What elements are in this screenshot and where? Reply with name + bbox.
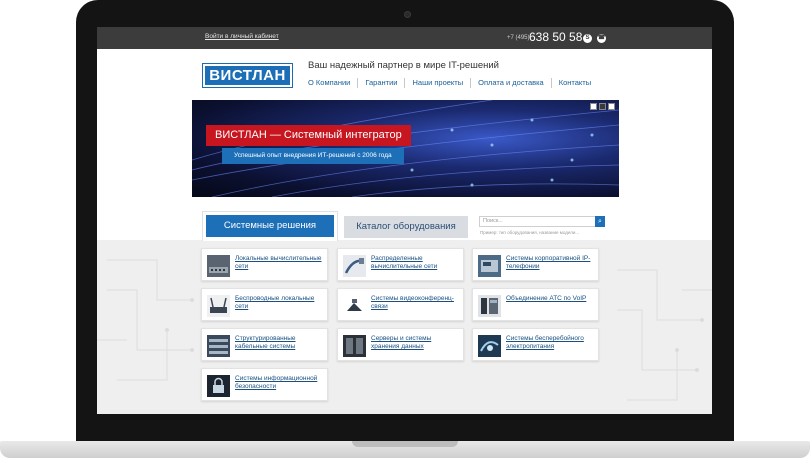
server-icon — [343, 335, 366, 357]
solution-card[interactable]: Системы бесперебойного электропитания — [472, 328, 599, 361]
solution-card[interactable]: Структурированные кабельные системы — [201, 328, 328, 361]
power-icon — [478, 335, 501, 357]
nav-contacts[interactable]: Контакты — [550, 78, 598, 88]
cable-icon — [343, 255, 366, 277]
search-icon: ⌕ — [598, 218, 602, 225]
voip-icon — [478, 295, 501, 317]
tab-system-solutions[interactable]: Системные решения — [202, 211, 338, 241]
phone-number: 638 50 58 — [529, 30, 583, 44]
solution-card[interactable]: Распределенные вычислительные сети — [337, 248, 464, 281]
solution-label[interactable]: Структурированные кабельные системы — [235, 335, 325, 351]
solution-label[interactable]: Беспроводные локальные сети — [235, 295, 325, 311]
wireless-icon — [207, 295, 230, 317]
nav-payment-delivery[interactable]: Оплата и доставка — [470, 78, 551, 88]
slide-dot-3[interactable] — [608, 103, 615, 110]
solution-card[interactable]: Системы видеоконференц-связи — [337, 288, 464, 321]
banner-subtitle: Успешный опыт внедрения ИТ-решений с 200… — [222, 148, 404, 164]
solution-label[interactable]: Системы корпоративной IP-телефонии — [506, 255, 596, 271]
tab-equipment-catalog[interactable]: Каталог оборудования — [344, 216, 468, 238]
site-logo[interactable]: ВИСТЛАН — [202, 63, 293, 88]
nav-guarantees[interactable]: Гарантии — [357, 78, 404, 88]
solution-label[interactable]: Системы информационной безопасности — [235, 375, 325, 391]
site-tagline: Ваш надежный партнер в мире IT-решений — [308, 60, 499, 71]
solution-card[interactable]: Беспроводные локальные сети — [201, 288, 328, 321]
solution-label[interactable]: Серверы и системы хранения данных — [371, 335, 461, 351]
telephony-icon — [478, 255, 501, 277]
solution-card[interactable]: Объединение АТС по VoIP — [472, 288, 599, 321]
login-link[interactable]: Войти в личный кабинет — [205, 33, 279, 40]
solution-label[interactable]: Системы видеоконференц-связи — [371, 295, 461, 311]
search-button[interactable]: ⌕ — [595, 216, 605, 227]
banner-title: ВИСТЛАН — Системный интегратор — [206, 125, 411, 146]
patch-panel-icon — [207, 335, 230, 357]
solution-card[interactable]: Серверы и системы хранения данных — [337, 328, 464, 361]
video-conference-icon — [343, 295, 366, 317]
network-icon — [207, 255, 230, 277]
main-nav: О Компании Гарантии Наши проекты Оплата … — [308, 77, 598, 89]
search-hint: Пример: тип оборудования, название модел… — [480, 230, 580, 235]
hero-banner[interactable]: ВИСТЛАН — Системный интегратор Успешный … — [192, 100, 619, 197]
nav-about[interactable]: О Компании — [308, 78, 357, 88]
solution-label[interactable]: Объединение АТС по VoIP — [506, 295, 596, 303]
nav-projects[interactable]: Наши проекты — [404, 78, 470, 88]
camera-icon — [404, 11, 411, 18]
solution-card[interactable]: Системы информационной безопасности — [201, 368, 328, 401]
solution-label[interactable]: Локальные вычислительные сети — [235, 255, 325, 271]
website-screen: Войти в личный кабинет +7 (495) 638 50 5… — [97, 27, 712, 414]
slide-dot-1[interactable] — [590, 103, 597, 110]
solution-label[interactable]: Распределенные вычислительные сети — [371, 255, 461, 271]
logo-text: ВИСТЛАН — [205, 66, 290, 85]
laptop-notch — [352, 441, 458, 447]
tab-system-solutions-label: Системные решения — [206, 215, 334, 237]
phone-icon[interactable]: ☎ — [597, 34, 606, 43]
search-input[interactable]: Поиск... — [479, 216, 597, 227]
solution-card[interactable]: Системы корпоративной IP-телефонии — [472, 248, 599, 281]
skype-icon[interactable]: S — [583, 34, 592, 43]
solution-card[interactable]: Локальные вычислительные сети — [201, 248, 328, 281]
top-bar: Войти в личный кабинет +7 (495) 638 50 5… — [97, 27, 712, 49]
slide-dot-2[interactable] — [599, 103, 606, 110]
slider-pagination — [590, 103, 615, 110]
solution-label[interactable]: Системы бесперебойного электропитания — [506, 335, 596, 351]
phone-code: +7 (495) — [507, 35, 530, 41]
lock-icon — [207, 375, 230, 397]
